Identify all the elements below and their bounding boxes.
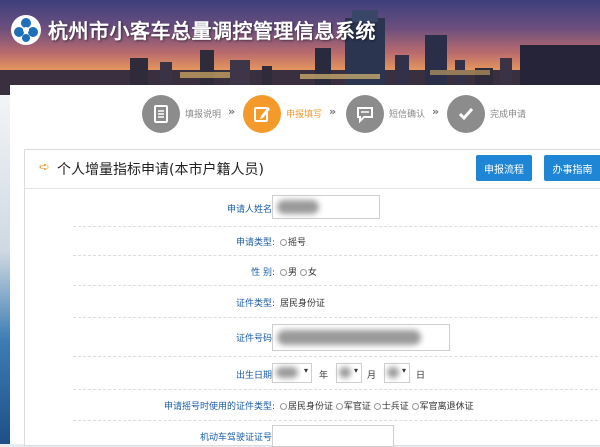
chevron-down-icon: ▾ xyxy=(303,366,308,375)
step-label: 短信确认 xyxy=(389,110,426,120)
form-row-type: 申请类型: 摇号 xyxy=(73,226,600,256)
year-unit: 年 xyxy=(319,371,329,381)
used-id-option-radio[interactable]: 士兵证 xyxy=(373,402,409,412)
form-row-gender: 性 别: 男 女 xyxy=(73,255,600,286)
form-row-id-number: 证件号码: xyxy=(73,317,600,357)
header-banner: 杭州市小客车总量调控管理信息系统 xyxy=(0,0,600,95)
birth-month-select[interactable]: ▾ xyxy=(336,363,362,383)
field-label: 性 别: xyxy=(251,268,275,278)
id-type-value: 居民身份证 xyxy=(280,299,326,309)
redacted-blur xyxy=(277,200,319,214)
step-arrow-icon: » xyxy=(228,105,236,118)
option-label: 士兵证 xyxy=(381,402,409,412)
system-title: 杭州市小客车总量调控管理信息系统 xyxy=(48,19,376,43)
step-arrow-icon: » xyxy=(432,105,440,118)
service-guide-button[interactable]: 办事指南 xyxy=(544,155,600,181)
month-unit: 月 xyxy=(367,371,377,381)
radio-icon xyxy=(299,269,307,276)
field-label: 申请人姓名: xyxy=(226,205,275,215)
field-label: 机动车驾驶证证号: xyxy=(199,433,275,443)
step-label: 填报说明 xyxy=(185,110,222,120)
used-id-option-radio[interactable]: 居民身份证 xyxy=(280,402,333,412)
used-id-option-radio[interactable]: 军官证 xyxy=(335,402,371,412)
application-form-card: ➪ 个人增量指标申请(本市户籍人员) 申报流程 办事指南 申请人姓名: 申请类型… xyxy=(24,149,600,447)
field-label: 证件号码: xyxy=(235,334,275,344)
birth-day-select[interactable]: ▾ xyxy=(384,363,410,383)
form-row-used-id-type: 申请摇号时使用的证件类型: 居民身份证 军官证 士兵证 军官离退休证 xyxy=(73,389,600,421)
form-header: ➪ 个人增量指标申请(本市户籍人员) 申报流程 办事指南 xyxy=(25,150,600,189)
used-id-option-radio[interactable]: 军官离退休证 xyxy=(411,402,474,412)
redacted-blur xyxy=(276,367,298,378)
used-id-options: 居民身份证 军官证 士兵证 军官离退休证 xyxy=(280,399,474,412)
field-label: 证件类型: xyxy=(235,299,275,309)
step-arrow-icon: » xyxy=(329,105,337,118)
step-label: 完成申请 xyxy=(490,110,527,120)
radio-icon xyxy=(411,403,419,410)
chevron-down-icon: ▾ xyxy=(353,366,358,375)
radio-icon xyxy=(335,403,343,410)
arrow-right-icon: ➪ xyxy=(39,160,50,175)
main-panel: 填报说明 » 申报填写 » 短信确认 » 完成申请 ➪ 个人增量指标申请(本市户… xyxy=(10,85,600,447)
type-value: 摇号 xyxy=(288,238,307,248)
gender-female-radio[interactable]: 女 xyxy=(299,268,317,278)
field-label: 申请类型: xyxy=(235,238,275,248)
option-label: 男 xyxy=(288,268,298,278)
option-label: 女 xyxy=(307,268,317,278)
radio-icon xyxy=(280,403,287,410)
name-input[interactable] xyxy=(272,195,380,219)
gender-male-radio[interactable]: 男 xyxy=(280,268,297,278)
form-row-id-type: 证件类型: 居民身份证 xyxy=(73,285,600,318)
gender-options: 男 女 xyxy=(280,265,317,278)
field-label: 出生日期: xyxy=(235,371,275,381)
redacted-blur xyxy=(387,367,399,378)
type-radio[interactable]: 摇号 xyxy=(280,235,306,248)
id-number-input[interactable] xyxy=(272,324,450,351)
field-label: 申请摇号时使用的证件类型: xyxy=(163,402,275,412)
radio-icon xyxy=(280,239,287,246)
redacted-blur xyxy=(339,367,351,378)
check-icon xyxy=(447,95,485,133)
option-label: 军官证 xyxy=(343,402,371,412)
step-label: 申报填写 xyxy=(286,110,323,120)
redacted-blur xyxy=(277,330,421,345)
edit-icon xyxy=(243,95,281,133)
system-logo-icon xyxy=(11,15,41,45)
form-title: 个人增量指标申请(本市户籍人员) xyxy=(57,162,264,178)
application-flow-button[interactable]: 申报流程 xyxy=(476,155,532,181)
message-icon xyxy=(346,95,384,133)
radio-icon xyxy=(373,403,381,410)
option-label: 军官离退休证 xyxy=(419,402,474,412)
option-label: 居民身份证 xyxy=(288,402,334,412)
form-row-name: 申请人姓名: xyxy=(73,188,600,227)
radio-icon xyxy=(280,269,287,276)
day-unit: 日 xyxy=(416,371,426,381)
progress-steps: 填报说明 » 申报填写 » 短信确认 » 完成申请 xyxy=(10,85,600,147)
left-decoration xyxy=(0,95,10,444)
form-row-birth-date: 出生日期: ▾ 年 ▾ 月 ▾ 日 xyxy=(73,356,600,390)
chevron-down-icon: ▾ xyxy=(401,366,406,375)
document-icon xyxy=(142,95,180,133)
form-row-license: 机动车驾驶证证号: xyxy=(73,420,600,447)
birth-year-select[interactable]: ▾ xyxy=(272,363,312,383)
